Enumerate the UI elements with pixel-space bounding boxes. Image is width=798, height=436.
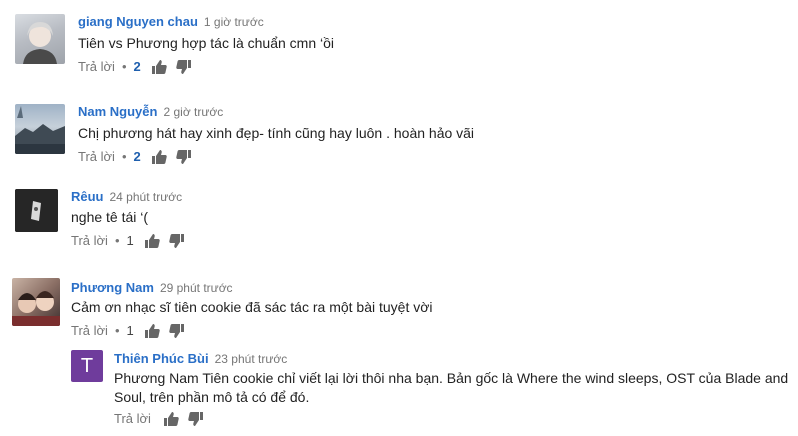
author-name[interactable]: Nam Nguyễn	[78, 104, 157, 119]
reply-header: Thiên Phúc Bùi 23 phút trước	[114, 351, 287, 367]
avatar-photo	[15, 189, 58, 232]
avatar[interactable]	[15, 104, 65, 154]
reply-button[interactable]: Trả lời	[114, 411, 151, 427]
separator-dot: •	[114, 233, 120, 248]
thumbs-up-icon[interactable]	[163, 411, 179, 427]
comment-header: Rêuu 24 phút trước	[71, 189, 182, 205]
author-name[interactable]: Thiên Phúc Bùi	[114, 351, 209, 366]
reply-button[interactable]: Trả lời	[71, 323, 108, 339]
timestamp[interactable]: 2 giờ trước	[163, 105, 223, 119]
thumbs-down-icon[interactable]	[176, 59, 192, 75]
avatar-photo	[12, 291, 60, 326]
thumbs-down-icon[interactable]	[169, 233, 185, 249]
comment-header: Phương Nam 29 phút trước	[71, 280, 233, 296]
comment-actions: Trả lời • 2	[78, 149, 201, 165]
reply-actions: Trả lời	[114, 411, 213, 427]
comment-text: Cảm ơn nhạc sĩ tiên cookie đã sác tác ra…	[71, 299, 433, 315]
thumbs-up-icon[interactable]	[144, 233, 160, 249]
avatar[interactable]	[12, 278, 60, 326]
author-name[interactable]: giang Nguyen chau	[78, 14, 198, 29]
thumbs-down-icon[interactable]	[176, 149, 192, 165]
author-name[interactable]: Phương Nam	[71, 280, 154, 295]
reply-button[interactable]: Trả lời	[78, 59, 115, 75]
like-count: 1	[126, 233, 134, 248]
comment-header: Nam Nguyễn 2 giờ trước	[78, 104, 223, 120]
comment-actions: Trả lời • 2	[78, 59, 201, 75]
comment-actions: Trả lời • 1	[71, 233, 194, 249]
thumbs-down-icon[interactable]	[169, 323, 185, 339]
reply-button[interactable]: Trả lời	[71, 233, 108, 249]
like-count: 1	[126, 323, 134, 338]
separator-dot: •	[121, 59, 127, 74]
thumbs-up-icon[interactable]	[151, 59, 167, 75]
timestamp[interactable]: 1 giờ trước	[204, 15, 264, 29]
avatar[interactable]	[15, 14, 65, 64]
like-count: 2	[133, 149, 141, 164]
comment-text: nghe tê tái ‘(	[71, 209, 149, 225]
like-count: 2	[133, 59, 141, 74]
thumbs-down-icon[interactable]	[188, 411, 204, 427]
timestamp[interactable]: 23 phút trước	[215, 352, 288, 366]
comment-header: giang Nguyen chau 1 giờ trước	[78, 14, 264, 30]
reply-button[interactable]: Trả lời	[78, 149, 115, 165]
avatar-photo	[15, 106, 65, 154]
thumbs-up-icon[interactable]	[151, 149, 167, 165]
author-name[interactable]: Rêuu	[71, 189, 104, 204]
avatar-letter: T	[80, 354, 94, 377]
separator-dot: •	[121, 149, 127, 164]
reply-text: Phương Nam Tiên cookie chỉ viết lại lời …	[114, 370, 789, 405]
avatar-photo	[23, 22, 57, 64]
thumbs-up-icon[interactable]	[144, 323, 160, 339]
separator-dot: •	[114, 323, 120, 338]
avatar[interactable]: T	[71, 350, 103, 382]
comment-text: Chị phương hát hay xinh đẹp- tính cũng h…	[78, 125, 475, 141]
comment-actions: Trả lời • 1	[71, 323, 194, 339]
timestamp[interactable]: 24 phút trước	[110, 190, 183, 204]
timestamp[interactable]: 29 phút trước	[160, 281, 233, 295]
avatar[interactable]	[15, 189, 58, 232]
comment-text: Tiên vs Phương hợp tác là chuẩn cmn ‘ồi	[78, 35, 335, 51]
